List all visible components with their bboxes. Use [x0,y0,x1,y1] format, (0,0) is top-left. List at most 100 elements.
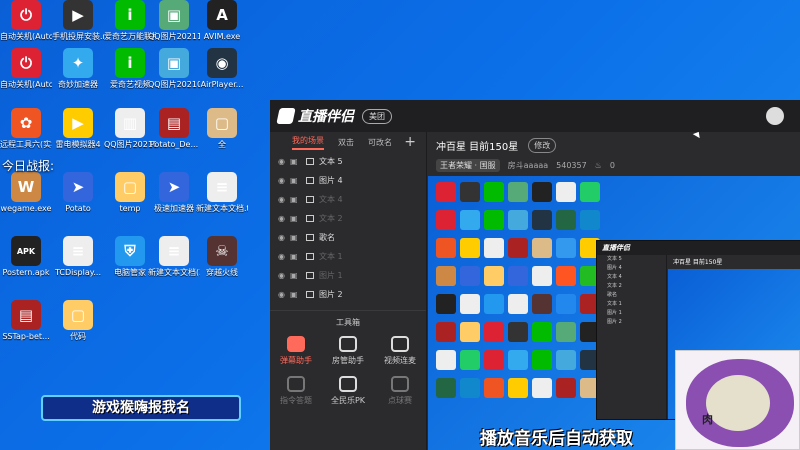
desktop-icon[interactable]: ▢ 代码 [52,300,104,354]
scene-item[interactable]: ◉ ▣ 文本 1 [270,247,426,266]
app-icon: APK [11,236,41,266]
tool-button[interactable]: 视频连麦 [374,336,426,366]
lock-icon[interactable]: ▣ [290,290,302,299]
desktop-icon[interactable]: APK Postern.apk [0,236,52,290]
source-type-icon [306,158,314,165]
desktop-icon[interactable]: ▶ 雷电模拟器4 [52,108,104,162]
visibility-eye-icon[interactable]: ◉ [278,195,290,204]
desktop-icon-label: 代码 [70,332,86,341]
stream-title: 冲百星 目前150星 [436,142,519,153]
preview-desktop-icon [556,350,576,370]
preview-desktop-icon [556,182,576,202]
source-type-icon [306,177,314,184]
preview-desktop-icon [532,350,552,370]
avatar[interactable] [766,107,784,125]
lock-icon[interactable]: ▣ [290,271,302,280]
app-icon: ▤ [11,300,41,330]
desktop-icon[interactable]: ≡ 新建文本文档(2).txt [148,236,200,290]
lock-icon[interactable]: ▣ [290,195,302,204]
desktop-icon[interactable]: Wwegame.exe [0,172,52,226]
desktop-icon-label: 雷电模拟器4 [55,140,101,149]
visibility-eye-icon[interactable]: ◉ [278,157,290,166]
desktop-icon[interactable]: ➤ 极速加速器 [148,172,200,226]
visibility-eye-icon[interactable]: ◉ [278,252,290,261]
tool-icon [391,336,409,352]
toolbox-grid: 弹幕助手 房管助手 视频连麦指令答题 全民乐PK 点球赛 [270,336,426,406]
tab-my-scenes[interactable]: 我的场景 [292,135,324,150]
lock-icon[interactable]: ▣ [290,252,302,261]
desktop-icon[interactable]: ⏻ 自动关机(AutoOff)4... [0,0,52,54]
nested-scene-item: 文本 1 [607,301,622,307]
desktop-icon[interactable]: ≡ TCDisplay... [52,236,104,290]
app-logo: 直播伴侣 [276,106,354,126]
preview-desktop-icon [484,378,504,398]
badge-button[interactable]: 美团 [362,108,392,124]
app-icon: ▣ [159,48,189,78]
app-icon: ▢ [115,172,145,202]
preview-desktop-icon [460,322,480,342]
scene-item[interactable]: ◉ ▣ 图片 1 [270,266,426,285]
nested-app-name: 直播伴侣 [597,241,800,255]
desktop-icon-label: 穿越火线 [206,268,238,277]
scene-item-label: 文本 4 [319,195,343,204]
scene-item[interactable]: ◉ ▣ 图片 4 [270,171,426,190]
preview-desktop-icon [436,378,456,398]
scene-item[interactable]: ◉ ▣ 图片 2 [270,285,426,304]
desktop-icon[interactable]: ≡ 新建文本文档.txt [196,172,248,226]
visibility-eye-icon[interactable]: ◉ [278,233,290,242]
preview-desktop-icon [532,294,552,314]
desktop-icon-label: AVIM.exe [203,32,241,41]
visibility-eye-icon[interactable]: ◉ [278,290,290,299]
lock-icon[interactable]: ▣ [290,176,302,185]
desktop-icon[interactable]: ▣ QQ图片20210912... [148,48,200,102]
preview-desktop-icon [460,210,480,230]
desktop-icon-label: Postern.apk [2,268,50,277]
desktop-icon[interactable]: ▣ QQ图片20211216... [148,0,200,54]
preview-desktop-icon [436,294,456,314]
lock-icon[interactable]: ▣ [290,233,302,242]
app-icon: ▶ [63,0,93,30]
preview-desktop-icon [508,266,528,286]
tool-label: 点球赛 [388,396,412,405]
desktop-icon[interactable]: ➤ Potato [52,172,104,226]
tab-renamable[interactable]: 可改名 [368,137,392,148]
desktop-icon[interactable]: ☠ 穿越火线 [196,236,248,290]
tool-button[interactable]: 指令答题 [270,376,322,406]
desktop-icon[interactable]: ✿ 远程工具六(实名...) [0,108,52,162]
edit-title-button[interactable]: 修改 [528,138,557,153]
desktop-icon[interactable]: A AVIM.exe [196,0,248,54]
preview-desktop-icon [508,294,528,314]
desktop-icon[interactable]: ✦ 奇妙加速器 [52,48,104,102]
scene-item[interactable]: ◉ ▣ 歌名 [270,228,426,247]
desktop-icon[interactable]: ◉ AirPlayer... [196,48,248,102]
tool-button[interactable]: 房管助手 [322,336,374,366]
desktop-icon[interactable]: ▤ Potato_De... [148,108,200,162]
desktop-icon-label: TCDisplay... [55,268,101,277]
category-dropdown[interactable]: 王者荣耀 · 国服 [436,159,500,172]
desktop-icon[interactable]: ▶ 手机投屏安装.mp4 [52,0,104,54]
visibility-eye-icon[interactable]: ◉ [278,271,290,280]
scene-item[interactable]: ◉ ▣ 文本 4 [270,190,426,209]
tool-button[interactable]: 弹幕助手 [270,336,322,366]
visibility-eye-icon[interactable]: ◉ [278,214,290,223]
app-icon: ▢ [207,108,237,138]
visibility-eye-icon[interactable]: ◉ [278,176,290,185]
meme-sticker: 肉 [675,350,800,450]
add-scene-icon[interactable]: + [404,134,416,150]
tool-label: 房管助手 [332,356,364,365]
lock-icon[interactable]: ▣ [290,214,302,223]
preview-desktop-icon [436,266,456,286]
desktop-icon[interactable]: ▤ SSTap-bet... [0,300,52,354]
desktop-icon[interactable]: ⏻ 自动关机(AutoOff)4... [0,48,52,102]
scene-item[interactable]: ◉ ▣ 文本 2 [270,209,426,228]
scene-item[interactable]: ◉ ▣ 文本 5 [270,152,426,171]
tab-double-click[interactable]: 双击 [338,137,354,148]
desktop-icon-label: QQ图片20211216... [148,32,200,41]
desktop-icon-label: 远程工具六(实名...) [0,140,52,149]
desktop-icon[interactable]: ▢ 全 [196,108,248,162]
tool-button[interactable]: 全民乐PK [322,376,374,406]
lock-icon[interactable]: ▣ [290,157,302,166]
nested-scene-item: 文本 5 [607,256,622,262]
preview-desktop-icon [436,210,456,230]
tool-button[interactable]: 点球赛 [374,376,426,406]
